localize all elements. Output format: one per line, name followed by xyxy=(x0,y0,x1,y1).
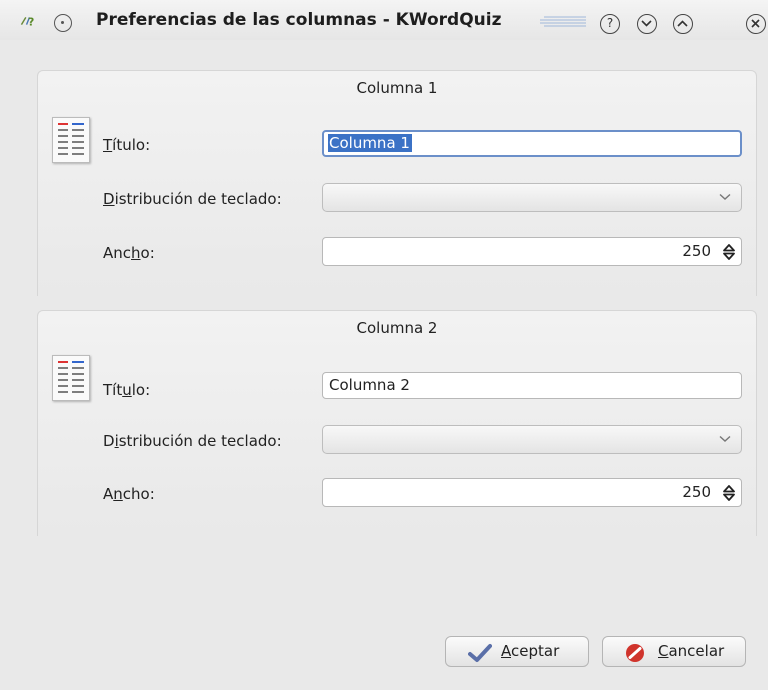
column-2-group: Columna 2 Título: Columna 2 Distribución… xyxy=(37,310,757,536)
window-menu-button[interactable] xyxy=(54,14,72,32)
title-field-value: Columna 1 xyxy=(328,134,412,152)
spin-arrows-icon[interactable] xyxy=(723,485,735,501)
title-field[interactable]: Columna 1 xyxy=(322,130,742,157)
window-titlebar[interactable]: ? Preferencias de las columnas - KWordQu… xyxy=(0,0,768,40)
window-title: Preferencias de las columnas - KWordQuiz xyxy=(96,10,502,30)
minimize-button[interactable] xyxy=(637,14,657,34)
keyboard-layout-label: Distribución de teclado: xyxy=(103,190,282,208)
checkmark-icon xyxy=(468,644,492,662)
width-value: 250 xyxy=(682,242,711,260)
ok-button[interactable]: Aceptar xyxy=(445,636,589,667)
width-value: 250 xyxy=(682,483,711,501)
keyboard-layout-combo[interactable] xyxy=(322,425,742,454)
app-icon: ? xyxy=(20,15,34,28)
group-heading: Columna 2 xyxy=(356,319,438,337)
width-label: Ancho: xyxy=(103,485,155,503)
group-heading: Columna 1 xyxy=(356,79,438,97)
svg-text:?: ? xyxy=(28,15,34,28)
spin-arrows-icon[interactable] xyxy=(723,244,735,260)
keyboard-layout-label: Distribución de teclado: xyxy=(103,432,282,450)
cancel-icon xyxy=(626,644,644,662)
ok-button-label: Aceptar xyxy=(501,642,560,660)
cancel-button-label: Cancelar xyxy=(658,642,725,660)
chevron-down-icon xyxy=(641,20,652,27)
title-label: Título: xyxy=(103,136,151,154)
width-spinbox[interactable]: 250 xyxy=(322,478,742,507)
title-field-value: Columna 2 xyxy=(329,376,410,394)
keyboard-layout-combo[interactable] xyxy=(322,183,742,212)
column-list-icon xyxy=(52,355,90,401)
chevron-down-icon xyxy=(719,435,731,442)
chevron-down-icon xyxy=(719,193,731,200)
title-label: Título: xyxy=(103,381,151,399)
chevron-up-icon xyxy=(677,20,688,27)
width-spinbox[interactable]: 250 xyxy=(322,237,742,266)
column-1-group: Columna 1 Título: Columna 1 Distribución… xyxy=(37,70,757,296)
close-icon xyxy=(751,19,760,28)
column-list-icon xyxy=(52,117,90,163)
maximize-button[interactable] xyxy=(673,14,693,34)
help-button[interactable]: ? xyxy=(600,14,620,34)
cancel-button[interactable]: Cancelar xyxy=(602,636,746,667)
help-icon: ? xyxy=(606,16,614,30)
title-field[interactable]: Columna 2 xyxy=(322,372,742,399)
width-label: Ancho: xyxy=(103,244,155,262)
close-button[interactable] xyxy=(746,14,766,34)
titlebar-grip-icon xyxy=(540,16,586,27)
